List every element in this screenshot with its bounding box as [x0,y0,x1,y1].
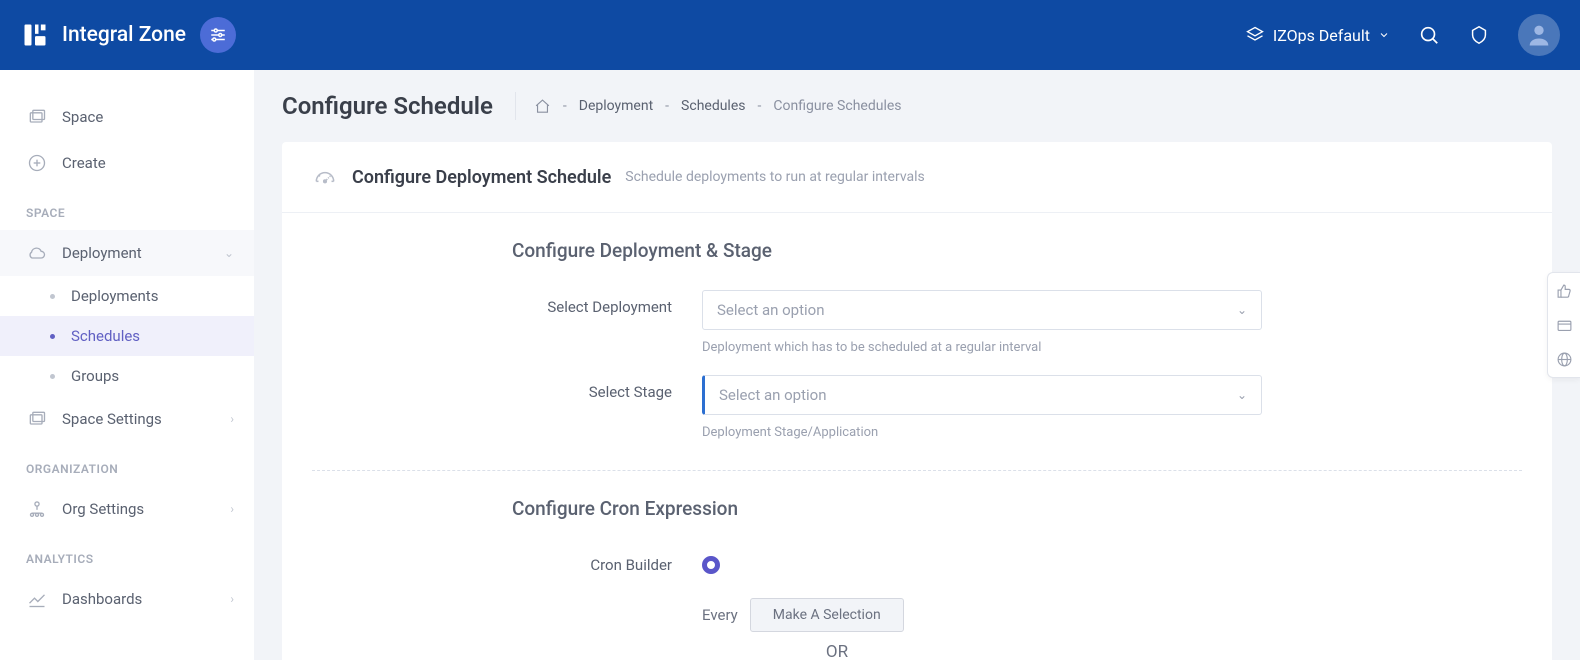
gauge-icon [312,164,338,190]
every-label: Every [702,606,738,624]
layers-icon [26,408,48,430]
sidebar-item-label: Org Settings [62,500,144,518]
crumb-schedules[interactable]: Schedules [681,98,745,114]
search-button[interactable] [1418,24,1440,46]
app-header: Integral Zone IZOps Default [0,0,1580,70]
workspace-switcher[interactable]: IZOps Default [1245,25,1390,45]
sidebar-item-space-settings[interactable]: Space Settings › [0,396,254,442]
sidebar-subitem-deployments[interactable]: Deployments [0,276,254,316]
sidebar: Space Create SPACE Deployment ⌄ Deployme… [0,70,254,660]
sidebar-item-space[interactable]: Space [0,94,254,140]
select-deployment[interactable]: Select an option ⌄ [702,290,1262,330]
chevron-right-icon: › [230,412,234,426]
sidebar-item-deployment[interactable]: Deployment ⌄ [0,230,254,276]
card-icon[interactable] [1554,315,1574,335]
radio-cron-builder[interactable] [702,556,720,574]
cloud-icon [26,242,48,264]
sidebar-item-label: Create [62,154,106,172]
globe-icon[interactable] [1554,349,1574,369]
chart-icon [26,588,48,610]
org-icon [26,498,48,520]
config-card: Configure Deployment Schedule Schedule d… [282,142,1552,660]
sidebar-section-space: SPACE [0,186,254,230]
brand-logo-icon [20,20,50,50]
brand-name: Integral Zone [62,23,186,47]
avatar[interactable] [1518,14,1560,56]
brand: Integral Zone [20,20,186,50]
chevron-right-icon: › [230,592,234,606]
divider [312,470,1522,471]
crumb-deployment[interactable]: Deployment [579,98,653,114]
page-title: Configure Schedule [282,92,516,120]
or-separator: OR [782,632,892,660]
sidebar-item-dashboards[interactable]: Dashboards › [0,576,254,622]
card-title: Configure Deployment Schedule [352,167,611,188]
sidebar-section-analytics: ANALYTICS [0,532,254,576]
home-icon[interactable] [534,98,551,115]
stack-icon [1245,25,1265,45]
chevron-down-icon: ⌄ [224,246,234,260]
sidebar-section-org: ORGANIZATION [0,442,254,486]
main-content: Configure Schedule - Deployment - Schedu… [254,70,1580,660]
label-select-deployment: Select Deployment [282,290,702,316]
helper-stage: Deployment Stage/Application [702,425,1262,440]
label-cron-builder: Cron Builder [282,548,702,574]
sidebar-item-create[interactable]: Create [0,140,254,186]
chevron-down-icon [1378,29,1390,41]
select-stage[interactable]: Select an option ⌄ [702,375,1262,415]
breadcrumb: Configure Schedule - Deployment - Schedu… [282,92,1552,120]
filter-settings-button[interactable] [200,17,236,53]
chevron-down-icon: ⌄ [1237,303,1247,317]
helper-deployment: Deployment which has to be scheduled at … [702,340,1262,355]
sidebar-subitem-groups[interactable]: Groups [0,356,254,396]
sidebar-item-label: Space [62,108,103,126]
sidebar-subitem-schedules[interactable]: Schedules [0,316,254,356]
crumb-current: Configure Schedules [773,98,901,114]
make-selection-button[interactable]: Make A Selection [750,598,904,632]
layers-icon [26,106,48,128]
sidebar-item-label: Space Settings [62,410,162,428]
sidebar-item-label: Dashboards [62,590,142,608]
chevron-down-icon: ⌄ [1237,388,1247,402]
label-select-stage: Select Stage [282,375,702,401]
feedback-rail [1547,272,1580,378]
section-deploy-stage: Configure Deployment & Stage [282,213,1552,280]
sidebar-item-label: Deployment [62,244,142,262]
notifications-button[interactable] [1468,24,1490,46]
thumbs-up-icon[interactable] [1554,281,1574,301]
card-subtitle: Schedule deployments to run at regular i… [625,169,925,185]
workspace-label: IZOps Default [1273,26,1370,45]
chevron-right-icon: › [230,502,234,516]
plus-circle-icon [26,152,48,174]
section-cron: Configure Cron Expression [282,491,1552,538]
sidebar-item-org-settings[interactable]: Org Settings › [0,486,254,532]
